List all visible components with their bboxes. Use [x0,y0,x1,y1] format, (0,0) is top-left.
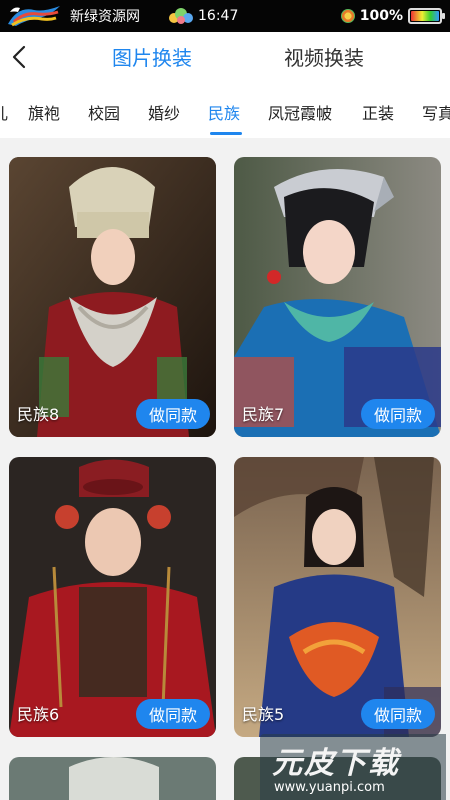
make-same-button[interactable]: 做同款 [361,699,435,729]
back-button[interactable] [8,44,32,70]
chevron-left-icon [12,45,26,69]
category-wedding[interactable]: 婚纱 [148,100,180,124]
card-photo [234,457,441,737]
category-campus[interactable]: 校园 [88,100,120,124]
template-card[interactable]: 民族8 做同款 [9,157,216,437]
category-partial-edge: 儿 [0,104,9,123]
make-same-button[interactable]: 做同款 [136,699,210,729]
template-card-partial[interactable] [9,757,216,800]
card-photo [234,157,441,437]
template-card[interactable]: 民族7 做同款 [234,157,441,437]
category-ethnic[interactable]: 民族 [208,100,240,124]
make-same-button[interactable]: 做同款 [136,399,210,429]
photo-grid: 民族8 做同款 民族7 做同款 民族6 做同款 民族5 做同款 元皮下载 www… [0,138,450,800]
watermark-title: 元皮下载 [272,746,400,781]
card-title: 民族8 [17,405,60,424]
tab-video-dressup[interactable]: 视频换装 [284,42,364,71]
location-icon [340,9,355,23]
category-qipao[interactable]: 旗袍 [28,100,60,124]
weather-bubbles-icon [168,7,194,25]
status-bar: 新绿资源网 16:47 100% [0,0,450,32]
category-phoenix-crown[interactable]: 凤冠霞帔 [268,100,332,124]
template-card[interactable]: 民族6 做同款 [9,457,216,737]
make-same-button[interactable]: 做同款 [361,399,435,429]
card-title: 民族5 [242,705,285,724]
category-portrait[interactable]: 写真 [422,100,450,124]
card-photo [9,757,216,800]
card-title: 民族7 [242,405,285,424]
watermark-url: www.yuanpi.com [274,780,385,795]
top-nav: 图片换装 视频换装 [0,32,450,82]
template-card[interactable]: 民族5 做同款 [234,457,441,737]
battery-icon [408,8,445,24]
watermark-logo: 元皮下载 www.yuanpi.com [260,734,446,800]
app-name: 新绿资源网 [70,9,140,25]
card-photo [9,457,216,737]
horse-logo-icon [4,2,64,30]
status-time: 16:47 [198,8,239,24]
card-title: 民族6 [17,705,60,724]
tab-image-dressup[interactable]: 图片换装 [112,42,192,71]
battery-fill [411,11,439,21]
card-photo [9,157,216,437]
active-category-underline [210,132,242,135]
category-formal[interactable]: 正装 [362,100,394,124]
battery-percent: 100% [359,8,403,24]
category-tabs: 儿 旗袍 校园 婚纱 民族 凤冠霞帔 正装 写真 [0,88,450,138]
